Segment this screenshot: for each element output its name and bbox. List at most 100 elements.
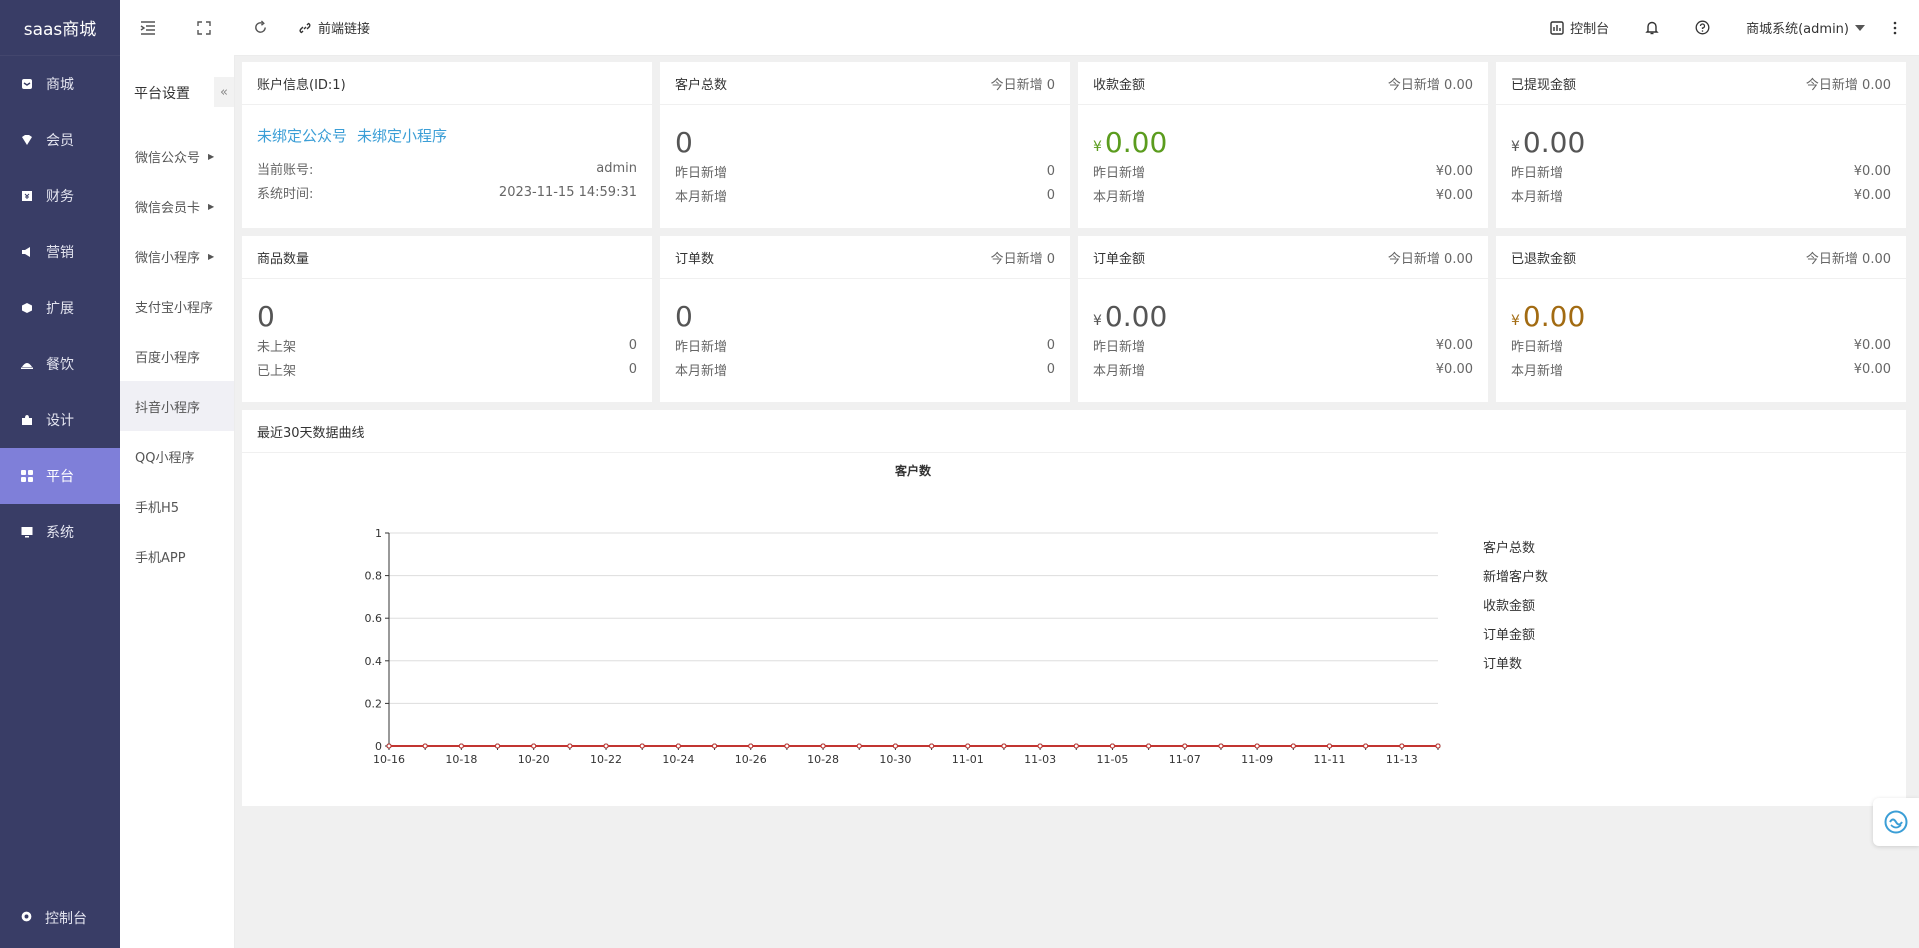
subnav-item-label: 手机H5 [135, 500, 180, 516]
sidebar-item-finance[interactable]: 财务 [0, 168, 120, 224]
subnav-item-mobile-h5[interactable]: 手机H5 [120, 481, 234, 531]
yesterday-label: 昨日新增 [1511, 339, 1564, 355]
subnav-item-qq-miniapp[interactable]: QQ小程序 [120, 431, 234, 481]
sidebar-item-extend[interactable]: 扩展 [0, 280, 120, 336]
help-button[interactable] [1677, 0, 1728, 56]
currency-symbol: ¥ [1511, 313, 1520, 329]
sidebar-item-label: 设计 [46, 413, 74, 429]
month-label: 本月新增 [1093, 189, 1146, 205]
subnav-item-label: 手机APP [135, 550, 186, 566]
subnav-item-wechat-card[interactable]: 微信会员卡 ▶ [120, 181, 234, 231]
data-point [712, 743, 718, 749]
sidebar-item-member[interactable]: 会员 [0, 112, 120, 168]
puzzle-icon [20, 413, 34, 427]
subnav-item-baidu-miniapp[interactable]: 百度小程序 [120, 331, 234, 381]
card-title: 收款金额 [1093, 77, 1146, 93]
collapse-subnav-button[interactable]: « [214, 77, 234, 107]
yesterday-label: 昨日新增 [1093, 339, 1146, 355]
legend-entry: 新增客户数 [1483, 569, 1548, 585]
chart-section-title: 最近30天数据曲线 [257, 425, 365, 441]
sidebar-console[interactable]: 控制台 [0, 898, 120, 938]
grid-icon [20, 469, 34, 483]
y-tick-label: 0.8 [365, 570, 383, 583]
legend-entry: 客户总数 [1483, 540, 1535, 556]
currency-symbol: ¥ [1093, 139, 1102, 155]
data-point [892, 743, 898, 749]
refresh-button[interactable] [232, 0, 288, 56]
today-new: 今日新增 0.00 [1805, 251, 1891, 267]
data-point [1218, 743, 1224, 749]
more-button[interactable] [1883, 0, 1919, 56]
refresh-icon [254, 20, 266, 33]
data-point [1290, 743, 1296, 749]
subnav-item-mobile-app[interactable]: 手机APP [120, 531, 234, 581]
system-time-label: 系统时间: [257, 186, 314, 202]
month-label: 本月新增 [1511, 189, 1564, 205]
support-float-button[interactable] [1873, 798, 1919, 846]
data-point [929, 743, 935, 749]
sidebar-item-store[interactable]: 商城 [0, 56, 120, 112]
data-point [531, 743, 537, 749]
today-new: 今日新增 0 [990, 77, 1055, 93]
subnav-item-label: 微信小程序 [135, 250, 201, 266]
sidebar-item-label: 平台 [46, 469, 74, 485]
off-shelf-label: 未上架 [257, 339, 297, 355]
platform-subnav: 平台设置 « 微信公众号 ▶ 微信会员卡 ▶ 微信小程序 ▶ 支付宝小程序 百度小程序… [120, 55, 235, 948]
member-icon [20, 133, 34, 147]
subnav-item-label: QQ小程序 [135, 450, 195, 466]
sidebar-item-dining[interactable]: 餐饮 [0, 336, 120, 392]
brand-title[interactable]: saas商城 [0, 0, 120, 56]
yesterday-value: 0 [1046, 163, 1055, 179]
top-header: 前端链接 控制台 商城系统(admin) [120, 0, 1919, 56]
sidebar-console-label: 控制台 [45, 911, 87, 927]
help-icon [1695, 20, 1710, 35]
fullscreen-icon [197, 20, 211, 35]
sidebar-item-label: 财务 [46, 189, 74, 205]
menu-toggle-button[interactable] [120, 0, 176, 56]
currency-symbol: ¥ [1511, 139, 1520, 155]
products-card: 商品数量 0 未上架 0 已上架 0 [242, 236, 652, 402]
card-title: 客户总数 [675, 77, 728, 93]
data-point [820, 743, 826, 749]
account-value: admin [596, 160, 637, 176]
caret-right-icon: ▶ [208, 151, 215, 161]
card-title: 账户信息(ID:1) [257, 77, 346, 93]
console-button[interactable]: 控制台 [1532, 0, 1627, 56]
frontend-link-button[interactable]: 前端链接 [298, 18, 370, 37]
stat-value: 0 [675, 126, 693, 159]
month-value: ¥0.00 [1435, 187, 1473, 203]
subnav-item-douyin-miniapp[interactable]: 抖音小程序 [120, 381, 234, 431]
bind-miniapp-link[interactable]: 未绑定小程序 [357, 125, 447, 146]
x-tick-label: 11-05 [1096, 753, 1128, 766]
sidebar-item-label: 商城 [46, 77, 74, 93]
card-title: 已提现金额 [1511, 77, 1577, 93]
data-point [1001, 743, 1007, 749]
yesterday-label: 昨日新增 [1093, 165, 1146, 181]
fullscreen-button[interactable] [176, 0, 232, 56]
x-tick-label: 10-28 [807, 753, 839, 766]
month-value: ¥0.00 [1853, 187, 1891, 203]
x-tick-label: 10-30 [879, 753, 911, 766]
yesterday-label: 昨日新增 [1511, 165, 1564, 181]
data-point [965, 743, 971, 749]
bind-official-account-link[interactable]: 未绑定公众号 [257, 125, 347, 146]
month-label: 本月新增 [1511, 363, 1564, 379]
on-shelf-value: 0 [628, 361, 637, 377]
user-menu-button[interactable]: 商城系统(admin) [1728, 0, 1883, 56]
data-point [639, 743, 645, 749]
data-point [1073, 743, 1079, 749]
data-point [1254, 743, 1260, 749]
data-point [856, 743, 862, 749]
sidebar-item-design[interactable]: 设计 [0, 392, 120, 448]
subnav-item-wechat-official[interactable]: 微信公众号 ▶ [120, 131, 234, 181]
subnav-item-alipay-miniapp[interactable]: 支付宝小程序 [120, 281, 234, 331]
data-point [458, 743, 464, 749]
monitor-icon [20, 525, 34, 539]
subnav-item-wechat-miniapp[interactable]: 微信小程序 ▶ [120, 231, 234, 281]
sidebar-item-marketing[interactable]: 营销 [0, 224, 120, 280]
x-tick-label: 11-11 [1313, 753, 1345, 766]
sidebar-item-system[interactable]: 系统 [0, 504, 120, 560]
system-time-value: 2023-11-15 14:59:31 [498, 184, 637, 200]
notification-button[interactable] [1627, 0, 1677, 56]
sidebar-item-platform[interactable]: 平台 [0, 448, 120, 504]
